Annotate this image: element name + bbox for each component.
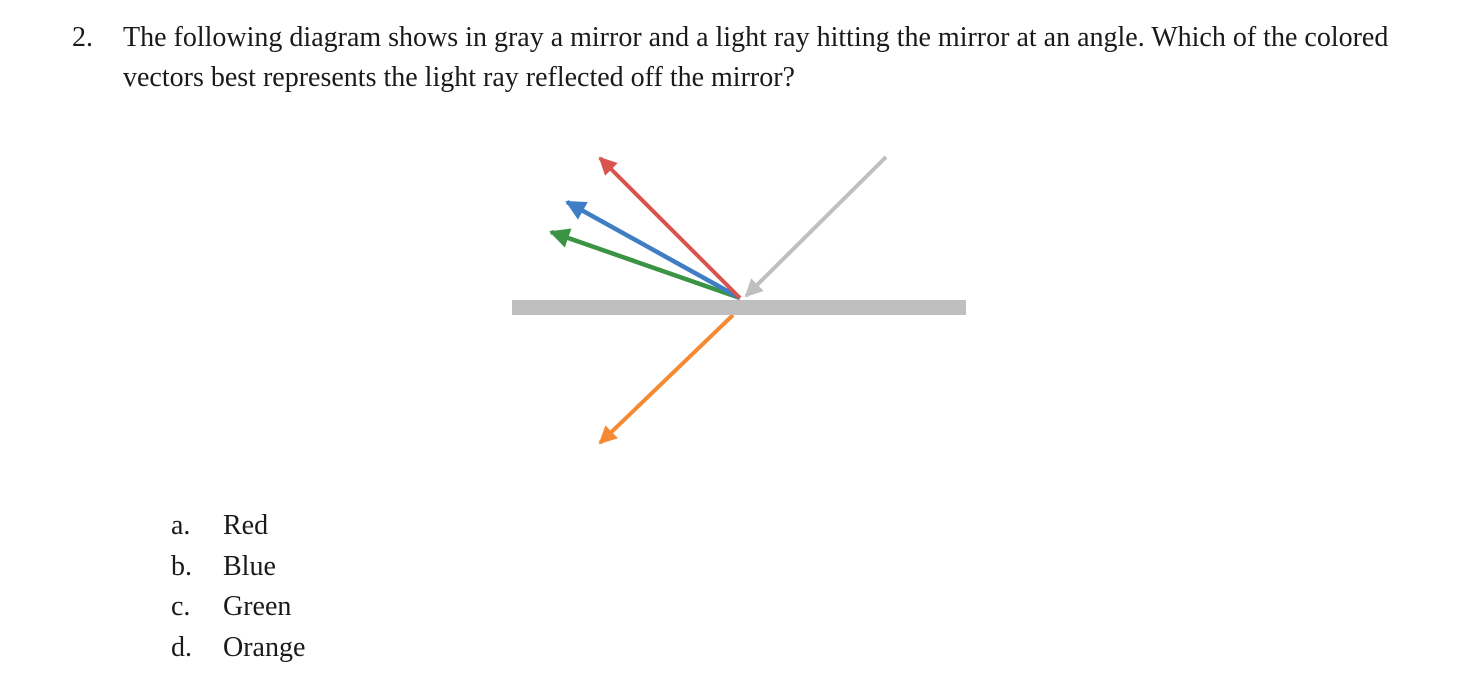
- choice-label: Red: [223, 510, 269, 541]
- incident-ray: [744, 155, 888, 298]
- choice-label: Blue: [223, 550, 276, 582]
- question-number: 2.: [72, 22, 93, 53]
- orange-vector: [598, 313, 735, 445]
- blue-vector: [565, 200, 742, 300]
- red-vector: [598, 156, 742, 300]
- mirror: [512, 300, 966, 315]
- reflection-diagram: [512, 155, 966, 445]
- question-text: The following diagram shows in gray a mi…: [123, 22, 1389, 93]
- choice-label: Orange: [223, 631, 306, 663]
- choice-letter: a.: [171, 510, 191, 541]
- choice-letter: b.: [171, 550, 192, 582]
- choice-letter: c.: [171, 591, 191, 622]
- choice-letter: d.: [171, 631, 192, 663]
- choice-label: Green: [223, 591, 292, 622]
- green-vector: [549, 228, 741, 301]
